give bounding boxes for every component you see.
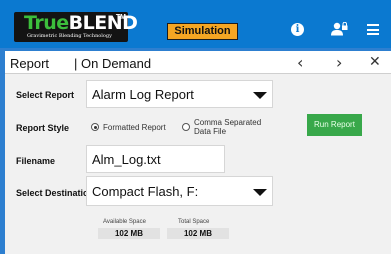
app-header: TrueBLEND TM Gravimetric Blending Techno… (0, 0, 391, 48)
filename-value: Alm_Log.txt (92, 152, 161, 167)
user-lock-icon[interactable] (331, 22, 348, 36)
logo-blend-text: BLEND (68, 12, 138, 34)
available-space-value: 102 MB (98, 228, 160, 239)
total-space-label: Total Space (178, 219, 210, 225)
hamburger-menu-icon[interactable] (367, 24, 379, 35)
chevron-right-icon[interactable]: › (336, 53, 342, 72)
logo-tagline: Gravimetric Blending Technology (27, 33, 112, 39)
page-title: Report (10, 56, 50, 71)
trueblend-logo: TrueBLEND TM Gravimetric Blending Techno… (14, 12, 138, 42)
run-report-button[interactable]: Run Report (307, 114, 362, 136)
filename-input[interactable]: Alm_Log.txt (86, 145, 225, 173)
dropdown-caret-icon (253, 92, 267, 99)
select-destination-dropdown[interactable]: Compact Flash, F: (86, 176, 273, 206)
available-space-label: Available Space (103, 219, 146, 225)
page-subtitle: | On Demand (74, 56, 152, 71)
logo-trademark: TM (115, 14, 126, 21)
radio-formatted-report-label: Formatted Report (103, 123, 166, 132)
logo-true-text: True (24, 12, 69, 34)
close-icon[interactable]: ✕ (369, 54, 381, 70)
select-report-value: Alarm Log Report (92, 87, 194, 102)
total-space-value: 102 MB (167, 228, 229, 239)
select-report-dropdown[interactable]: Alarm Log Report (86, 80, 273, 108)
panel-titlebar: Report | On Demand ‹ › ✕ (5, 51, 391, 74)
report-panel: Report | On Demand ‹ › ✕ Select Report A… (5, 51, 391, 254)
info-icon[interactable]: i (291, 23, 304, 36)
radio-formatted-report[interactable] (91, 123, 99, 131)
filename-label: Filename (16, 156, 56, 166)
dropdown-caret-icon (253, 189, 267, 196)
simulation-badge: Simulation (167, 23, 238, 40)
radio-csv-data-file-label: Comma Separated Data File (194, 118, 262, 136)
report-style-label: Report Style (16, 123, 70, 133)
select-report-label: Select Report (16, 90, 75, 100)
select-destination-value: Compact Flash, F: (92, 184, 199, 199)
radio-csv-data-file[interactable] (182, 123, 190, 131)
chevron-left-icon[interactable]: ‹ (297, 53, 303, 72)
select-destination-label: Select Destination (16, 188, 95, 198)
